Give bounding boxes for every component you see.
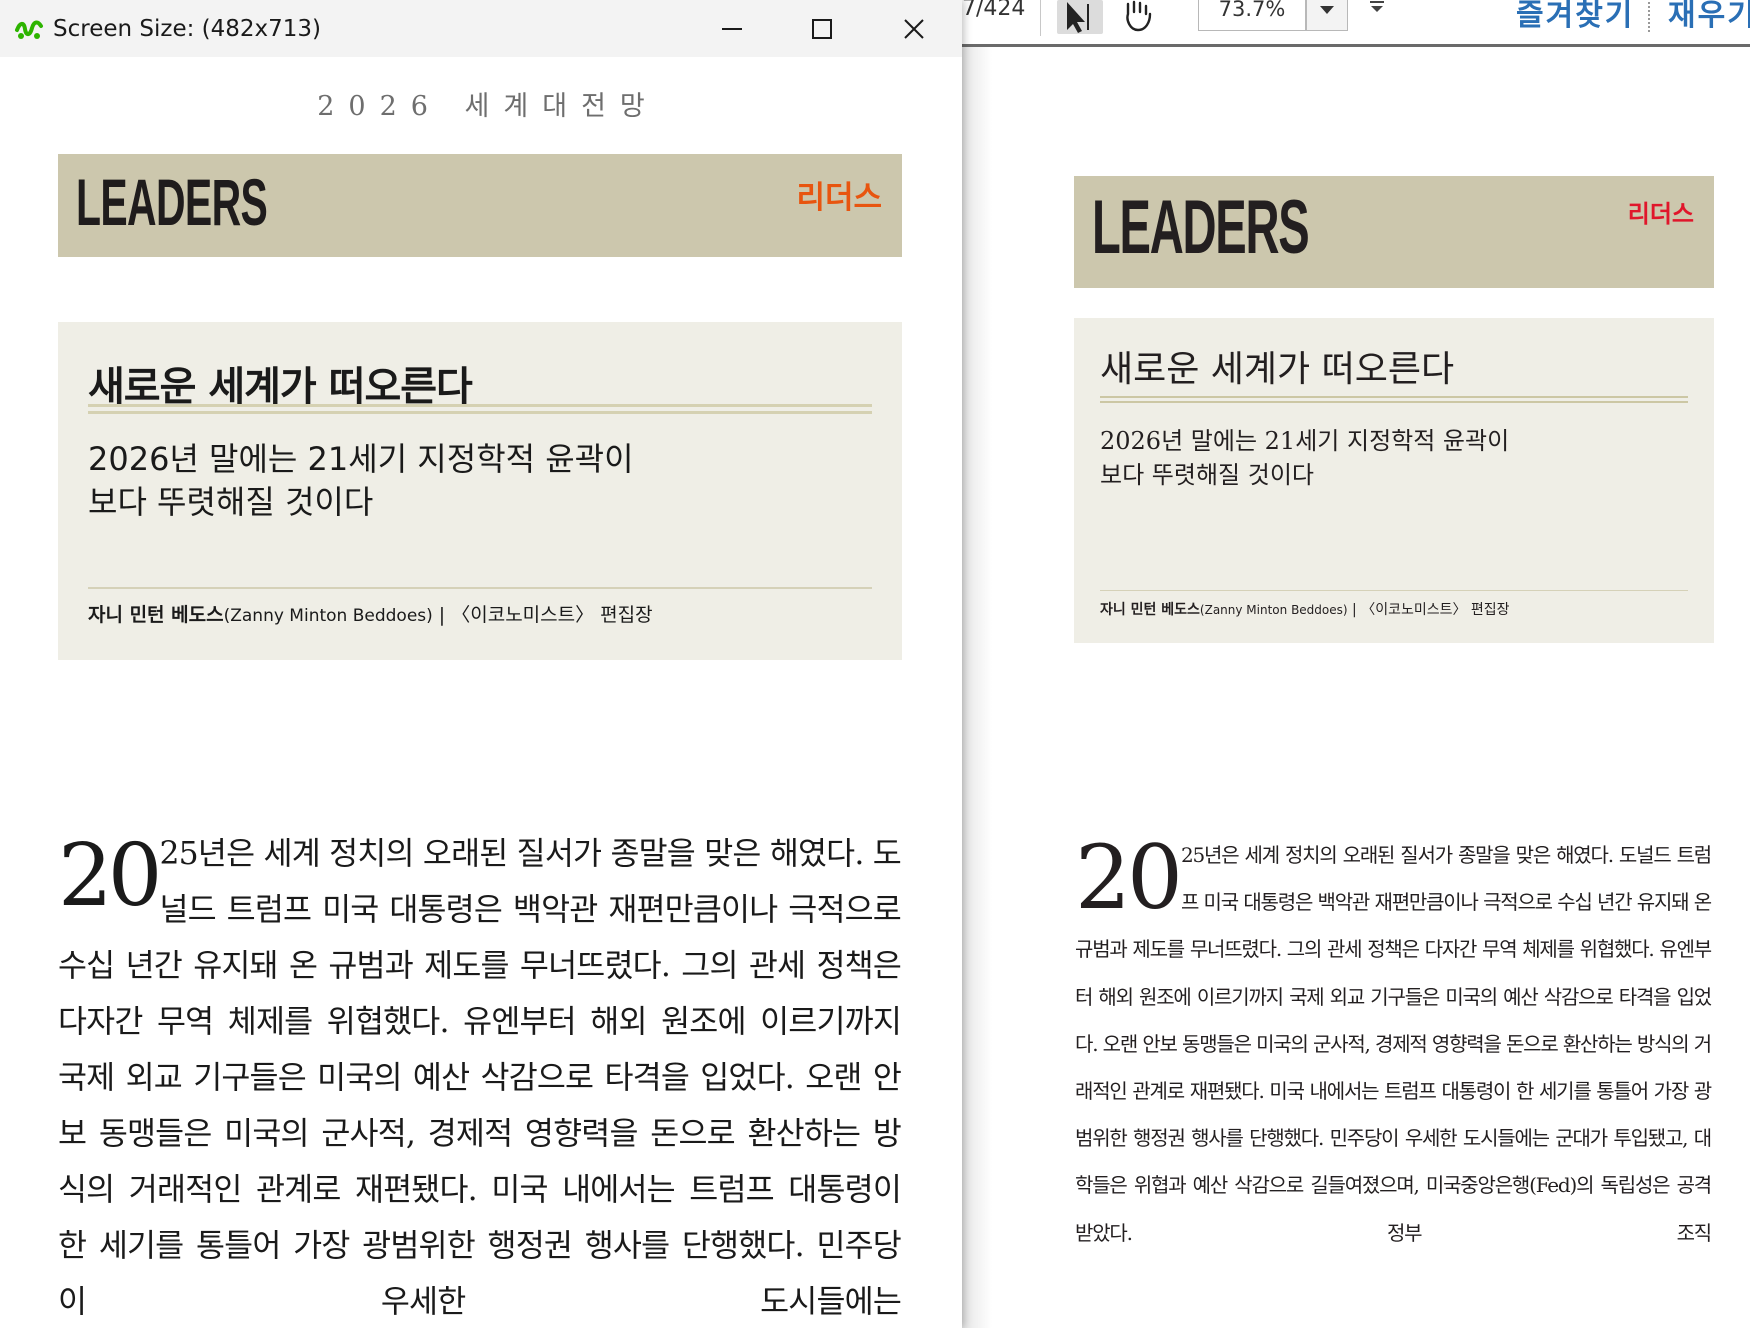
pdf-dropcap: 20 xyxy=(1075,826,1183,929)
maximize-button[interactable] xyxy=(776,0,868,57)
minimize-button[interactable] xyxy=(686,0,778,57)
article-body: 20 25년은 세계 정치의 오래된 질서가 종말을 맞은 해였다. 도널드 트럼… xyxy=(58,826,902,1328)
select-tool-button[interactable] xyxy=(1057,0,1103,34)
pdf-section-title-kr: 리더스 xyxy=(1627,200,1694,228)
cursor-arrow-icon xyxy=(1067,2,1089,33)
screen-size-window[interactable]: Screen Size: (482x713) 2026 세계대전망 LEADER… xyxy=(0,0,962,1328)
title-rule xyxy=(88,411,872,414)
down-arrow-icon xyxy=(1370,1,1384,12)
byline-rule xyxy=(88,587,872,589)
pdf-article-title: 새로운 세계가 떠오른다 xyxy=(1100,349,1455,390)
close-icon xyxy=(904,18,924,39)
pdf-article-body: 20 25년은 세계 정치의 오래된 질서가 종말을 맞은 해였다. 도널드 트럼… xyxy=(1075,826,1712,1257)
section-header: LEADERS 리더스 xyxy=(58,154,902,257)
pdf-section-header: LEADERS 리더스 xyxy=(1074,176,1714,288)
pdf-byline-author: 자니 민턴 베도스 xyxy=(1100,602,1200,618)
window-title: Screen Size: (482x713) xyxy=(53,16,322,42)
section-title-kr: 리더스 xyxy=(796,180,882,216)
bookmark-link[interactable]: 즐겨찾기 xyxy=(1516,0,1634,34)
toolbar-separator xyxy=(1648,2,1650,32)
app-logo-icon xyxy=(15,20,43,39)
byline-author-en: (Zanny Minton Beddoes) xyxy=(223,606,433,626)
page-counter: 7/424 xyxy=(962,0,1026,21)
pdf-byline-role: | 〈이코노미스트〉 편집장 xyxy=(1347,602,1510,618)
zoom-dropdown-button[interactable] xyxy=(1306,0,1348,31)
minimize-icon xyxy=(722,27,742,30)
pdf-byline-author-en: (Zanny Minton Beddoes) xyxy=(1199,603,1348,617)
reorder-link[interactable]: 재우기 xyxy=(1668,0,1750,34)
pdf-page-shadow xyxy=(962,47,992,1328)
byline-role: | 〈이코노미스트〉 편집장 xyxy=(432,604,653,626)
section-title: LEADERS xyxy=(76,165,268,239)
year-heading: 2026 세계대전망 xyxy=(317,91,659,122)
byline-author: 자니 민턴 베도스 xyxy=(88,604,224,626)
title-bar[interactable]: Screen Size: (482x713) xyxy=(0,0,962,57)
zoom-input[interactable]: 73.7% xyxy=(1198,0,1306,31)
zoom-more-button[interactable] xyxy=(1362,0,1392,30)
hand-tool-button[interactable] xyxy=(1116,0,1162,34)
pdf-byline-rule xyxy=(1100,590,1688,591)
article-subtitle: 2026년 말에는 21세기 지정학적 윤곽이 보다 뚜렷해질 것이다 xyxy=(88,440,634,521)
pdf-article-subtitle: 2026년 말에는 21세기 지정학적 윤곽이 보다 뚜렷해질 것이다 xyxy=(1100,427,1510,489)
body-text: 25년은 세계 정치의 오래된 질서가 종말을 맞은 해였다. 도널드 트럼프 … xyxy=(58,836,902,1320)
close-button[interactable] xyxy=(868,0,960,57)
hand-icon xyxy=(1126,0,1152,32)
pdf-article-card: 새로운 세계가 떠오른다 2026년 말에는 21세기 지정학적 윤곽이 보다 … xyxy=(1074,318,1714,643)
byline: 자니 민턴 베도스(Zanny Minton Beddoes) | 〈이코노미스… xyxy=(88,600,653,627)
pdf-title-rule xyxy=(1100,401,1688,403)
pdf-byline: 자니 민턴 베도스(Zanny Minton Beddoes) | 〈이코노미스… xyxy=(1100,599,1510,619)
dropcap: 20 xyxy=(58,826,162,926)
article-card: 새로운 세계가 떠오른다 2026년 말에는 21세기 지정학적 윤곽이 보다 … xyxy=(58,322,902,660)
maximize-icon xyxy=(812,18,832,39)
title-rule xyxy=(88,404,872,407)
pdf-section-title: LEADERS xyxy=(1092,185,1310,270)
chevron-down-icon xyxy=(1320,6,1334,14)
pdf-title-rule xyxy=(1100,396,1688,398)
window-content[interactable]: 2026 세계대전망 LEADERS 리더스 새로운 세계가 떠오른다 2026… xyxy=(0,57,962,1328)
toolbar-separator xyxy=(1040,0,1041,36)
